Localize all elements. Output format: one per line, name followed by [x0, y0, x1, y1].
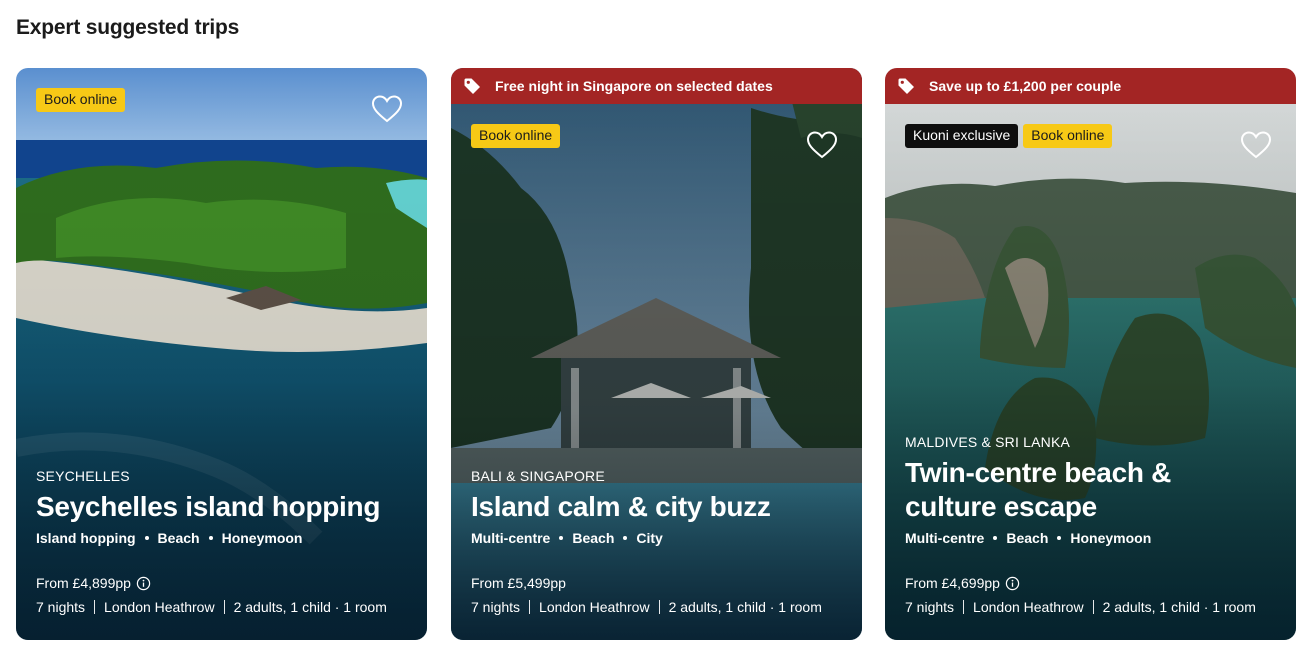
- trip-title-line: culture escape: [905, 491, 1097, 522]
- trip-price: From £5,499pp: [471, 575, 566, 591]
- book-online-badge: Book online: [36, 88, 126, 112]
- trip-nights: 7 nights: [471, 599, 521, 615]
- trip-title-line: Twin-centre beach &: [905, 457, 1172, 488]
- heart-icon[interactable]: [371, 94, 403, 124]
- trip-region: SEYCHELLES: [36, 468, 130, 484]
- trip-tags: Multi-centre Beach City: [471, 530, 846, 546]
- promo-banner: Free night in Singapore on selected date…: [451, 68, 862, 104]
- price-text: From £4,899pp: [36, 575, 131, 591]
- detail-divider: [223, 600, 225, 614]
- info-icon[interactable]: [1005, 576, 1020, 591]
- book-online-badge: Book online: [1023, 124, 1113, 148]
- trip-nights: 7 nights: [36, 599, 86, 615]
- badge-group: Kuoni exclusive Book online: [905, 124, 1113, 148]
- trip-price: From £4,699pp: [905, 575, 1020, 591]
- trip-info: SEYCHELLES Seychelles island hopping Isl…: [36, 468, 411, 546]
- trip-cards: Book online SEYCHELLES Seychelles island…: [16, 68, 1296, 640]
- trip-party: 2 adults, 1 child · 1 room: [1102, 599, 1256, 615]
- trip-region: MALDIVES & SRI LANKA: [905, 434, 1071, 450]
- trip-title: Twin-centre beach & culture escape: [905, 456, 1280, 524]
- trip-tag: City: [636, 530, 663, 546]
- trip-tag: Honeymoon: [221, 530, 303, 546]
- badge-group: Book online: [471, 124, 561, 148]
- book-online-badge: Book online: [471, 124, 561, 148]
- trip-card-maldives-sri-lanka[interactable]: Save up to £1,200 per couple Kuoni exclu…: [885, 68, 1296, 640]
- trip-card-seychelles[interactable]: Book online SEYCHELLES Seychelles island…: [16, 68, 427, 640]
- trip-airport: London Heathrow: [973, 599, 1084, 615]
- heart-icon[interactable]: [806, 130, 838, 160]
- trip-region: BALI & SINGAPORE: [471, 468, 605, 484]
- trip-airport: London Heathrow: [104, 599, 215, 615]
- trip-tag: Beach: [572, 530, 615, 546]
- trip-tag: Beach: [1006, 530, 1049, 546]
- promo-text: Save up to £1,200 per couple: [929, 78, 1122, 94]
- trip-tag: Honeymoon: [1070, 530, 1152, 546]
- tag-separator: [559, 536, 564, 540]
- trip-image-bali: [451, 68, 862, 640]
- trip-price: From £4,899pp: [36, 575, 151, 591]
- trip-party: 2 adults, 1 child · 1 room: [233, 599, 387, 615]
- tag-separator: [1057, 536, 1062, 540]
- trip-tag: Multi-centre: [471, 530, 551, 546]
- tag-icon: [898, 78, 914, 94]
- kuoni-exclusive-badge: Kuoni exclusive: [905, 124, 1019, 148]
- trip-tag: Beach: [157, 530, 200, 546]
- trip-tag: Multi-centre: [905, 530, 985, 546]
- detail-divider: [658, 600, 660, 614]
- promo-banner: Save up to £1,200 per couple: [885, 68, 1296, 104]
- trip-party: 2 adults, 1 child · 1 room: [668, 599, 822, 615]
- price-text: From £4,699pp: [905, 575, 1000, 591]
- tag-separator: [993, 536, 998, 540]
- tag-separator: [208, 536, 213, 540]
- section-title: Expert suggested trips: [16, 16, 240, 39]
- trip-details: 7 nights London Heathrow 2 adults, 1 chi…: [36, 599, 387, 615]
- price-text: From £5,499pp: [471, 575, 566, 591]
- detail-divider: [963, 600, 965, 614]
- trip-image-seychelles: [16, 68, 427, 640]
- tag-icon: [464, 78, 480, 94]
- detail-divider: [94, 600, 96, 614]
- trip-info: BALI & SINGAPORE Island calm & city buzz…: [471, 468, 846, 546]
- trip-tag: Island hopping: [36, 530, 136, 546]
- trip-details: 7 nights London Heathrow 2 adults, 1 chi…: [471, 599, 822, 615]
- tag-separator: [144, 536, 149, 540]
- heart-icon[interactable]: [1240, 130, 1272, 160]
- tag-separator: [623, 536, 628, 540]
- trip-image-karst-islands: [885, 68, 1296, 640]
- trip-nights: 7 nights: [905, 599, 955, 615]
- trip-title: Island calm & city buzz: [471, 491, 771, 522]
- trip-tags: Island hopping Beach Honeymoon: [36, 530, 411, 546]
- trip-details: 7 nights London Heathrow 2 adults, 1 chi…: [905, 599, 1256, 615]
- trip-title: Seychelles island hopping: [36, 491, 381, 522]
- detail-divider: [1092, 600, 1094, 614]
- badge-group: Book online: [36, 88, 126, 112]
- trip-info: MALDIVES & SRI LANKA Twin-centre beach &…: [905, 434, 1280, 546]
- trip-airport: London Heathrow: [539, 599, 650, 615]
- trip-tags: Multi-centre Beach Honeymoon: [905, 530, 1280, 546]
- promo-text: Free night in Singapore on selected date…: [495, 78, 773, 94]
- info-icon[interactable]: [136, 576, 151, 591]
- trip-card-bali-singapore[interactable]: Free night in Singapore on selected date…: [451, 68, 862, 640]
- detail-divider: [529, 600, 531, 614]
